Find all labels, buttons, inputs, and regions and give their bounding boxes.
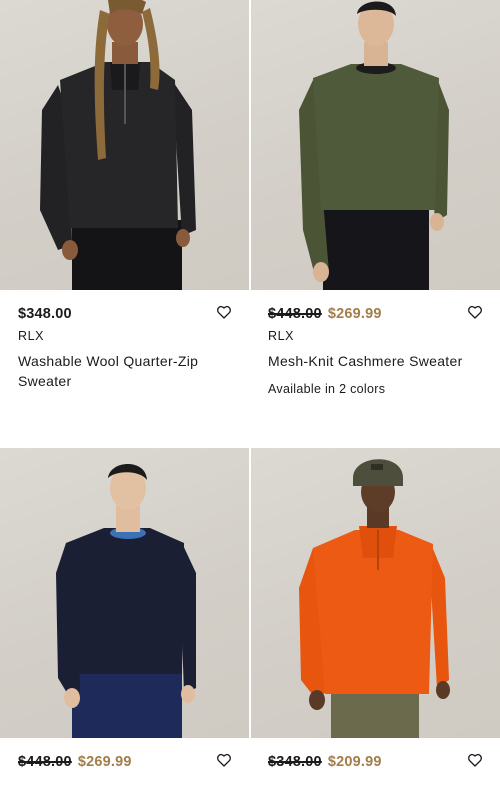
price-row: $348.00 $209.99: [268, 753, 500, 771]
wishlist-button[interactable]: [467, 752, 483, 768]
product-grid: $348.00 RLX Washable Wool Quarter-Zip Sw…: [0, 0, 500, 790]
wishlist-button[interactable]: [467, 304, 483, 320]
product-title[interactable]: Washable Wool Quarter-Zip Sweater: [18, 351, 228, 391]
product-price: $348.00: [18, 306, 72, 322]
price-row: $448.00 $269.99: [18, 753, 249, 771]
original-price: $348.00: [268, 754, 322, 770]
product-card[interactable]: $448.00 $269.99 RLX Mesh-Knit Cashmere S…: [251, 0, 500, 396]
sale-price: $209.99: [327, 754, 382, 770]
original-price: $448.00: [18, 754, 72, 770]
model-orange-quarter-zip-image: [299, 459, 450, 738]
product-title[interactable]: Mesh-Knit Cashmere Sweater: [268, 351, 478, 371]
product-image[interactable]: [251, 448, 500, 738]
heart-outline-icon: [217, 753, 231, 767]
price-row: $448.00 $269.99: [268, 305, 500, 323]
product-info: $448.00 $269.99: [0, 738, 249, 771]
price-row: $348.00: [18, 305, 249, 323]
product-brand: RLX: [18, 329, 45, 343]
product-image[interactable]: [0, 0, 249, 290]
product-info: $348.00 RLX Washable Wool Quarter-Zip Sw…: [0, 290, 249, 391]
product-brand: RLX: [268, 329, 295, 343]
sale-price: $269.99: [327, 306, 382, 322]
product-card[interactable]: $348.00 $209.99: [251, 448, 500, 771]
sale-price: $269.99: [77, 754, 132, 770]
model-olive-crewneck-image: [299, 1, 449, 290]
heart-outline-icon: [468, 305, 482, 319]
product-card[interactable]: $348.00 RLX Washable Wool Quarter-Zip Sw…: [0, 0, 249, 391]
original-price: $448.00: [268, 306, 322, 322]
model-black-quarter-zip-image: [40, 0, 196, 290]
heart-outline-icon: [217, 305, 231, 319]
heart-outline-icon: [468, 753, 482, 767]
color-availability: Available in 2 colors: [268, 382, 386, 396]
model-navy-crewneck-image: [56, 464, 196, 738]
wishlist-button[interactable]: [216, 752, 232, 768]
product-info: $348.00 $209.99: [251, 738, 500, 771]
product-card[interactable]: $448.00 $269.99: [0, 448, 249, 771]
product-image[interactable]: [251, 0, 500, 290]
product-info: $448.00 $269.99 RLX Mesh-Knit Cashmere S…: [251, 290, 500, 396]
wishlist-button[interactable]: [216, 304, 232, 320]
product-image[interactable]: [0, 448, 249, 738]
